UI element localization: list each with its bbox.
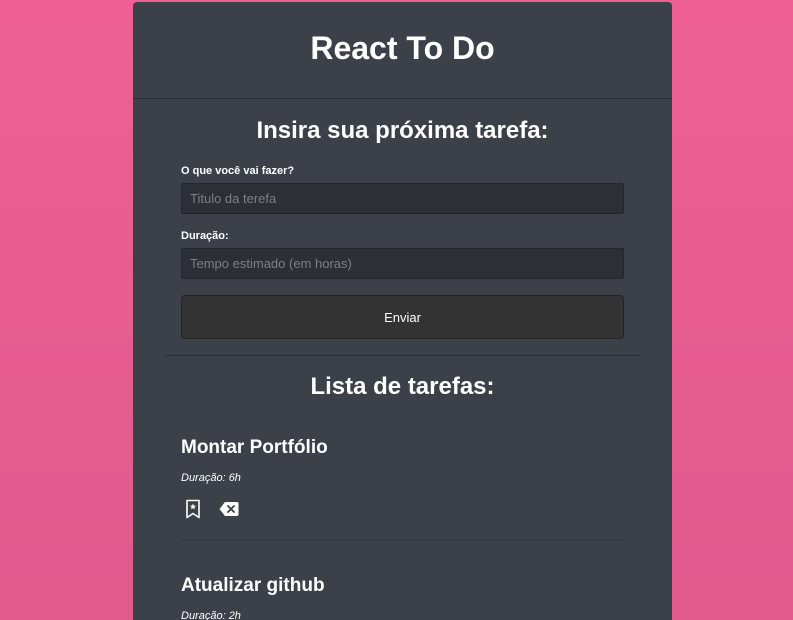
bookmark-star-icon[interactable] bbox=[181, 498, 205, 520]
task-duration: Duração: 2h bbox=[181, 610, 241, 620]
submit-button[interactable]: Enviar bbox=[181, 295, 624, 339]
duration-label: Duração: bbox=[181, 230, 229, 242]
form-heading: Insira sua próxima tarefa: bbox=[256, 117, 549, 144]
task-title-input[interactable] bbox=[181, 183, 624, 214]
task-divider bbox=[181, 540, 624, 541]
duration-input[interactable] bbox=[181, 248, 624, 279]
task-item: Atualizar github Duração: 2h bbox=[133, 575, 672, 620]
task-actions bbox=[181, 498, 624, 520]
app-title: React To Do bbox=[310, 29, 495, 66]
todo-card: React To Do Insira sua próxima tarefa: O… bbox=[133, 2, 672, 620]
task-duration: Duração: 6h bbox=[181, 472, 241, 484]
task-title: Montar Portfólio bbox=[181, 437, 328, 458]
backspace-x-icon[interactable] bbox=[217, 498, 241, 520]
list-heading: Lista de tarefas: bbox=[310, 373, 495, 400]
task-title-label: O que você vai fazer? bbox=[181, 165, 295, 177]
task-item: Montar Portfólio Duração: 6h bbox=[133, 437, 672, 520]
app-header: React To Do bbox=[133, 2, 672, 99]
task-form: Insira sua próxima tarefa: O que você va… bbox=[133, 99, 672, 339]
task-title: Atualizar github bbox=[181, 575, 325, 596]
